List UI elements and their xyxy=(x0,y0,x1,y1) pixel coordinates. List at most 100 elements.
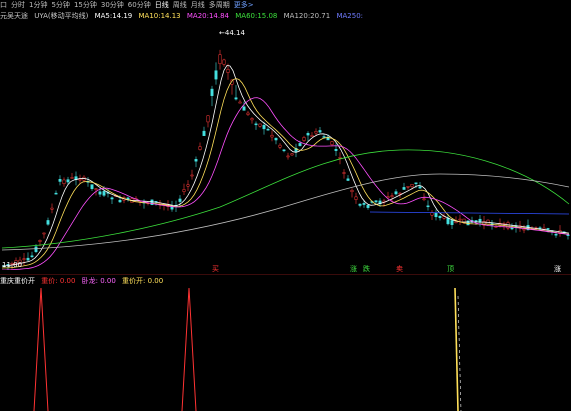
candle-body xyxy=(190,174,194,177)
candle-body xyxy=(306,133,310,136)
candle-body xyxy=(234,97,238,100)
candle-body xyxy=(450,220,454,225)
indicator-spike-1 xyxy=(33,287,49,411)
candle-body xyxy=(446,217,450,225)
candle-body xyxy=(554,233,558,236)
candle-body xyxy=(218,54,222,65)
candle-body xyxy=(458,218,462,221)
ma10-line xyxy=(1,78,570,269)
period-tab-8[interactable]: 周线 xyxy=(173,1,187,9)
candle-body xyxy=(102,191,106,196)
candle-body xyxy=(54,192,58,195)
candle-body xyxy=(402,187,406,190)
candle-body xyxy=(210,88,214,96)
candle-body xyxy=(46,220,50,225)
signal-marker-5: 涨 xyxy=(554,265,561,273)
candle-body xyxy=(62,179,66,184)
indicator-chart[interactable] xyxy=(0,286,571,411)
candle-body xyxy=(374,200,378,203)
period-tab-9[interactable]: 月线 xyxy=(191,1,205,9)
candle-body xyxy=(330,141,334,145)
candle-body xyxy=(282,149,286,152)
candle-body xyxy=(466,220,470,226)
candle-body xyxy=(274,137,278,141)
candle-body xyxy=(202,130,206,136)
ma120-value: MA120:20.71 xyxy=(283,12,331,20)
candle-body xyxy=(250,118,254,121)
candle-body xyxy=(418,186,422,189)
period-tab-1[interactable]: 分时 xyxy=(11,1,25,9)
stock-label: 元吴天途 xyxy=(0,12,28,20)
candle-body xyxy=(358,203,362,206)
candle-body xyxy=(26,257,30,261)
signal-marker-1: 涨 xyxy=(350,265,357,273)
indicator-spike-2 xyxy=(181,287,197,411)
candle-body xyxy=(38,240,42,242)
price-high-label: ←44.14 xyxy=(219,29,245,37)
indicator-value-3: 重价开: 0.00 xyxy=(122,277,164,285)
ma250-line xyxy=(369,211,570,215)
candle-body xyxy=(262,125,266,130)
candle-body xyxy=(94,188,98,190)
candle-body xyxy=(246,112,250,115)
period-tab-10[interactable]: 多周期 xyxy=(209,1,230,9)
period-tab-3[interactable]: 5分钟 xyxy=(51,1,69,9)
candle-body xyxy=(110,197,114,200)
panel-divider xyxy=(0,274,571,275)
period-tab-0[interactable]: 口 xyxy=(0,1,7,9)
candle-body xyxy=(42,232,46,235)
candle-body xyxy=(270,134,274,138)
ma5-value: MA5:14.19 xyxy=(94,12,133,20)
candle-body xyxy=(522,228,526,231)
indicator-info-bar: 元吴天途 UYA(移动平均线) MA5:14.19 MA10:14.13 MA2… xyxy=(0,11,571,21)
candle-body xyxy=(510,227,514,230)
candle-body xyxy=(178,198,182,202)
period-tab-4[interactable]: 15分钟 xyxy=(74,1,97,9)
candle-body xyxy=(78,178,82,181)
ma10-value: MA10:14.13 xyxy=(138,12,181,20)
ma20-value: MA20:14.84 xyxy=(186,12,230,20)
candle-body xyxy=(118,199,122,203)
indicator-spike-4 xyxy=(457,295,462,411)
candle-body xyxy=(70,177,74,179)
candle-body xyxy=(422,198,426,201)
ma20-line xyxy=(2,97,570,270)
candle-body xyxy=(342,172,346,174)
indicator-header: 重庆重价开 重价: 0.00 卧龙: 0.00 重价开: 0.00 xyxy=(0,276,571,286)
period-tab-2[interactable]: 1分钟 xyxy=(29,1,47,9)
period-tab-5[interactable]: 30分钟 xyxy=(101,1,124,9)
candle-body xyxy=(298,143,302,147)
candle-body xyxy=(66,179,70,183)
candlestick-chart[interactable]: ←44.14 11.00 xyxy=(0,22,571,270)
signal-marker-4: 顶 xyxy=(447,265,454,273)
candle-body xyxy=(314,131,318,134)
candle-body xyxy=(286,155,290,158)
signal-marker-3: 卖 xyxy=(396,265,403,273)
candles xyxy=(2,49,570,270)
indicator-value-2: 卧龙: 0.00 xyxy=(81,277,116,285)
candle-body xyxy=(98,191,102,195)
candle-body xyxy=(426,205,430,208)
period-tab-11[interactable]: 更多> xyxy=(234,1,254,9)
ma250-value: MA250: xyxy=(336,12,364,20)
candle-body xyxy=(30,255,34,258)
candle-body xyxy=(362,203,366,205)
indicator-label[interactable]: UYA(移动平均线) xyxy=(34,12,88,20)
candle-body xyxy=(338,157,342,159)
indicator-title[interactable]: 重庆重价开 xyxy=(0,277,35,285)
ma60-value: MA60:15.08 xyxy=(235,12,278,20)
candle-body xyxy=(394,191,398,195)
candle-body xyxy=(406,186,410,188)
indicator-spike-3 xyxy=(454,287,459,411)
ma60-line xyxy=(1,149,570,249)
candle-body xyxy=(214,70,218,80)
candle-body xyxy=(186,184,190,187)
candle-body xyxy=(242,106,246,111)
period-tab-6[interactable]: 60分钟 xyxy=(128,1,151,9)
period-tab-7[interactable]: 日线 xyxy=(155,1,169,9)
ma5-line xyxy=(1,64,570,267)
candle-body xyxy=(258,123,262,127)
candle-body xyxy=(254,123,258,126)
signal-marker-0: 买 xyxy=(212,265,219,273)
candle-body xyxy=(90,184,94,189)
